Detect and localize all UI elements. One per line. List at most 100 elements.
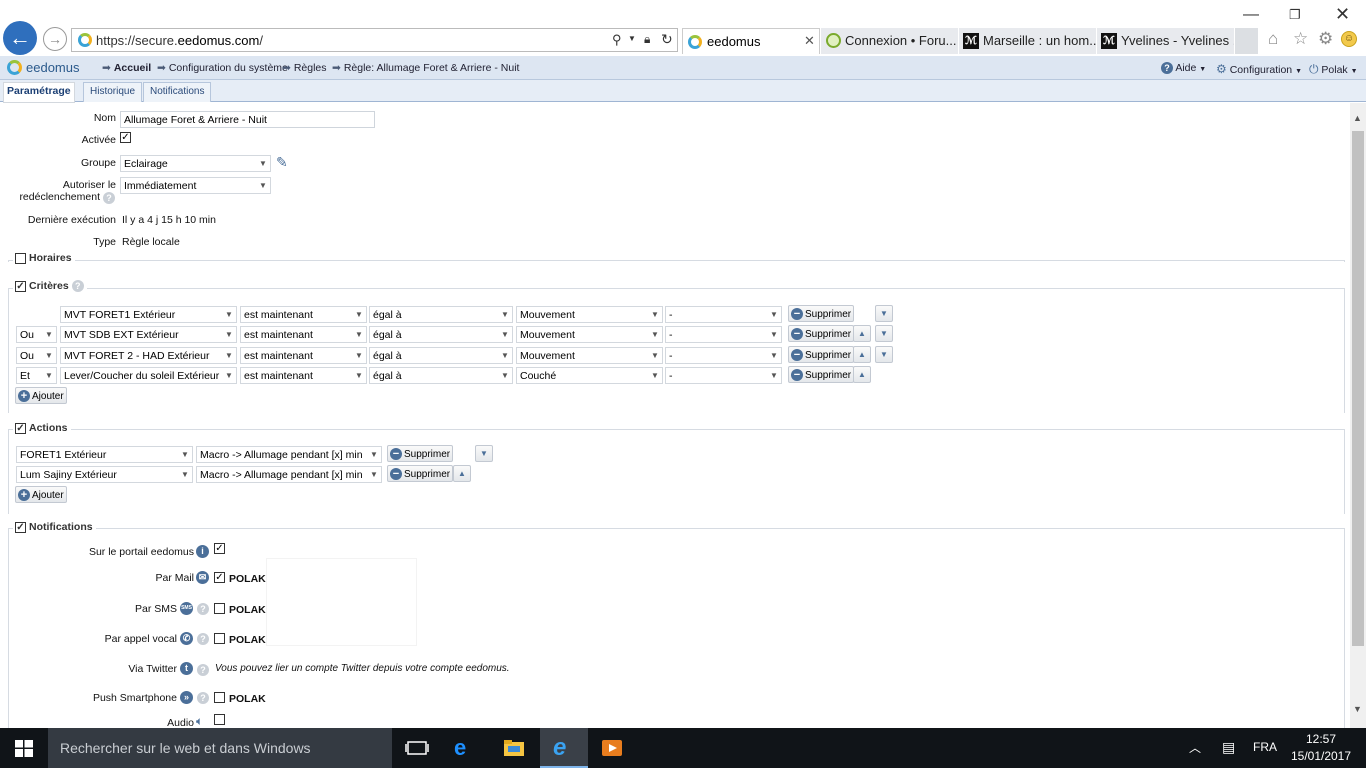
config-menu[interactable]: ⚙ Configuration ▼ bbox=[1216, 62, 1302, 76]
criteres-checkbox[interactable]: ✓ bbox=[15, 280, 26, 292]
move-up-button[interactable]: ▲ bbox=[853, 366, 871, 383]
tab-connexion[interactable]: Connexion • Foru... bbox=[821, 28, 958, 54]
close-window-icon[interactable]: ✕ bbox=[1335, 4, 1350, 25]
criteria-extra-select[interactable]: - ▼ bbox=[665, 326, 782, 343]
delete-criteria-button[interactable]: − Supprimer bbox=[788, 366, 855, 383]
restore-icon[interactable]: ❐ bbox=[1289, 7, 1301, 23]
criteria-extra-select[interactable]: - ▼ bbox=[665, 306, 782, 323]
smiley-feedback-icon[interactable]: ☺ bbox=[1341, 31, 1357, 47]
criteres-legend[interactable]: ✓ Critères ? bbox=[13, 280, 87, 292]
breadcrumb-home[interactable]: ➡ Accueil bbox=[102, 62, 151, 74]
groupe-select[interactable]: Eclairage ▼ bbox=[120, 155, 271, 172]
criteria-value-select[interactable]: Mouvement ▼ bbox=[516, 306, 663, 323]
delete-criteria-button[interactable]: − Supprimer bbox=[788, 305, 855, 322]
delete-action-button[interactable]: − Supprimer bbox=[387, 465, 454, 482]
notif-portail-checkbox[interactable]: ✓ bbox=[214, 543, 225, 554]
minimize-icon[interactable]: — bbox=[1243, 6, 1259, 24]
criteria-state-select[interactable]: est maintenant ▼ bbox=[240, 367, 367, 384]
close-tab-icon[interactable]: ✕ bbox=[804, 33, 815, 49]
action-type-select[interactable]: Macro -> Allumage pendant [x] min ▼ bbox=[196, 466, 382, 483]
search-icon[interactable]: ⚲ bbox=[612, 32, 622, 48]
delete-criteria-button[interactable]: − Supprimer bbox=[788, 325, 855, 342]
notification-center-icon[interactable]: ▤ bbox=[1222, 739, 1235, 756]
help-icon[interactable]: ? bbox=[197, 603, 209, 615]
file-explorer-icon[interactable] bbox=[502, 736, 526, 760]
actions-checkbox[interactable]: ✓ bbox=[15, 422, 26, 434]
favorites-star-icon[interactable]: ☆ bbox=[1293, 29, 1308, 49]
home-icon[interactable]: ⌂ bbox=[1268, 29, 1278, 49]
chevron-up-icon[interactable]: ︿ bbox=[1189, 739, 1201, 756]
redecl-select[interactable]: Immédiatement ▼ bbox=[120, 177, 271, 194]
media-player-icon[interactable] bbox=[600, 736, 624, 760]
scrollbar-thumb[interactable] bbox=[1352, 131, 1364, 646]
criteria-value-select[interactable]: Mouvement ▼ bbox=[516, 347, 663, 364]
move-down-button[interactable]: ▼ bbox=[475, 445, 493, 462]
notif-vocal-checkbox[interactable] bbox=[214, 633, 225, 644]
info-icon[interactable]: i bbox=[196, 545, 209, 558]
criteria-state-select[interactable]: est maintenant ▼ bbox=[240, 347, 367, 364]
refresh-icon[interactable]: ↻ bbox=[661, 31, 673, 48]
criteria-extra-select[interactable]: - ▼ bbox=[665, 367, 782, 384]
criteria-logic-select[interactable]: Ou ▼ bbox=[16, 347, 57, 364]
move-up-button[interactable]: ▲ bbox=[453, 465, 471, 482]
task-view-icon[interactable] bbox=[405, 736, 429, 760]
help-icon[interactable]: ? bbox=[197, 664, 209, 676]
criteria-state-select[interactable]: est maintenant ▼ bbox=[240, 326, 367, 343]
move-down-button[interactable]: ▼ bbox=[875, 305, 893, 322]
edit-pencil-icon[interactable]: ✎ bbox=[276, 154, 288, 171]
vertical-scrollbar[interactable]: ▲ ▼ bbox=[1350, 103, 1366, 728]
help-icon[interactable]: ? bbox=[71, 280, 84, 292]
action-device-select[interactable]: FORET1 Extérieur ▼ bbox=[16, 446, 193, 463]
notif-push-checkbox[interactable] bbox=[214, 692, 225, 703]
move-down-button[interactable]: ▼ bbox=[875, 325, 893, 342]
criteria-extra-select[interactable]: - ▼ bbox=[665, 347, 782, 364]
windows-start-icon[interactable] bbox=[15, 740, 33, 757]
criteria-state-select[interactable]: est maintenant ▼ bbox=[240, 306, 367, 323]
criteria-logic-select[interactable]: Et ▼ bbox=[16, 367, 57, 384]
delete-criteria-button[interactable]: − Supprimer bbox=[788, 346, 855, 363]
help-menu[interactable]: ? Aide ▼ bbox=[1161, 62, 1206, 74]
criteria-operator-select[interactable]: égal à ▼ bbox=[369, 306, 513, 323]
notif-sms-checkbox[interactable] bbox=[214, 603, 225, 614]
help-icon[interactable]: ? bbox=[197, 692, 209, 704]
app-logo[interactable]: eedomus bbox=[26, 60, 79, 75]
tab-eedomus[interactable]: eedomus ✕ bbox=[682, 28, 820, 54]
notifications-legend[interactable]: ✓ Notifications bbox=[13, 521, 96, 533]
tab-marseille[interactable]: ℳ Marseille : un hom... bbox=[959, 28, 1096, 54]
criteria-device-select[interactable]: MVT FORET1 Extérieur ▼ bbox=[60, 306, 237, 323]
notif-mail-checkbox[interactable]: ✓ bbox=[214, 572, 225, 583]
actions-legend[interactable]: ✓ Actions bbox=[13, 422, 71, 434]
breadcrumb-rules[interactable]: ➡ Règles bbox=[282, 62, 327, 74]
nom-input[interactable]: Allumage Foret & Arriere - Nuit bbox=[120, 111, 375, 128]
tab-parametrage[interactable]: Paramétrage bbox=[3, 82, 75, 103]
move-up-button[interactable]: ▲ bbox=[853, 346, 871, 363]
address-bar[interactable]: https://secure.eedomus.com/ ⚲ ▼ 🔒︎ ↻ bbox=[71, 28, 678, 52]
new-tab-button[interactable] bbox=[1235, 28, 1258, 54]
clock-time[interactable]: 12:57 bbox=[1293, 732, 1349, 746]
tab-notifications[interactable]: Notifications bbox=[143, 82, 212, 102]
forward-button[interactable]: → bbox=[43, 27, 67, 51]
criteria-operator-select[interactable]: égal à ▼ bbox=[369, 347, 513, 364]
clock-date[interactable]: 15/01/2017 bbox=[1290, 749, 1352, 763]
criteria-logic-select[interactable]: Ou ▼ bbox=[16, 326, 57, 343]
breadcrumb-config[interactable]: ➡ Configuration du système bbox=[157, 62, 288, 74]
scroll-up-icon[interactable]: ▲ bbox=[1353, 113, 1362, 123]
user-menu[interactable]: ⏻ Polak ▼ bbox=[1309, 62, 1358, 77]
dropdown-icon[interactable]: ▼ bbox=[628, 34, 636, 43]
move-down-button[interactable]: ▼ bbox=[875, 346, 893, 363]
settings-gear-icon[interactable]: ⚙ bbox=[1318, 29, 1333, 49]
horaires-checkbox[interactable] bbox=[15, 252, 26, 264]
notif-audio-checkbox[interactable] bbox=[214, 714, 225, 725]
help-icon[interactable]: ? bbox=[103, 192, 115, 204]
tab-historique[interactable]: Historique bbox=[83, 82, 143, 102]
move-up-button[interactable]: ▲ bbox=[853, 325, 871, 342]
criteria-operator-select[interactable]: égal à ▼ bbox=[369, 367, 513, 384]
criteria-value-select[interactable]: Couché ▼ bbox=[516, 367, 663, 384]
tab-yvelines[interactable]: ℳ Yvelines - Yvelines ... bbox=[1097, 28, 1234, 54]
criteria-device-select[interactable]: Lever/Coucher du soleil Extérieur ▼ bbox=[60, 367, 237, 384]
notifications-checkbox[interactable]: ✓ bbox=[15, 521, 26, 533]
criteria-device-select[interactable]: MVT SDB EXT Extérieur ▼ bbox=[60, 326, 237, 343]
criteria-device-select[interactable]: MVT FORET 2 - HAD Extérieur ▼ bbox=[60, 347, 237, 364]
add-criteria-button[interactable]: + Ajouter bbox=[15, 387, 67, 404]
language-indicator[interactable]: FRA bbox=[1253, 740, 1277, 754]
